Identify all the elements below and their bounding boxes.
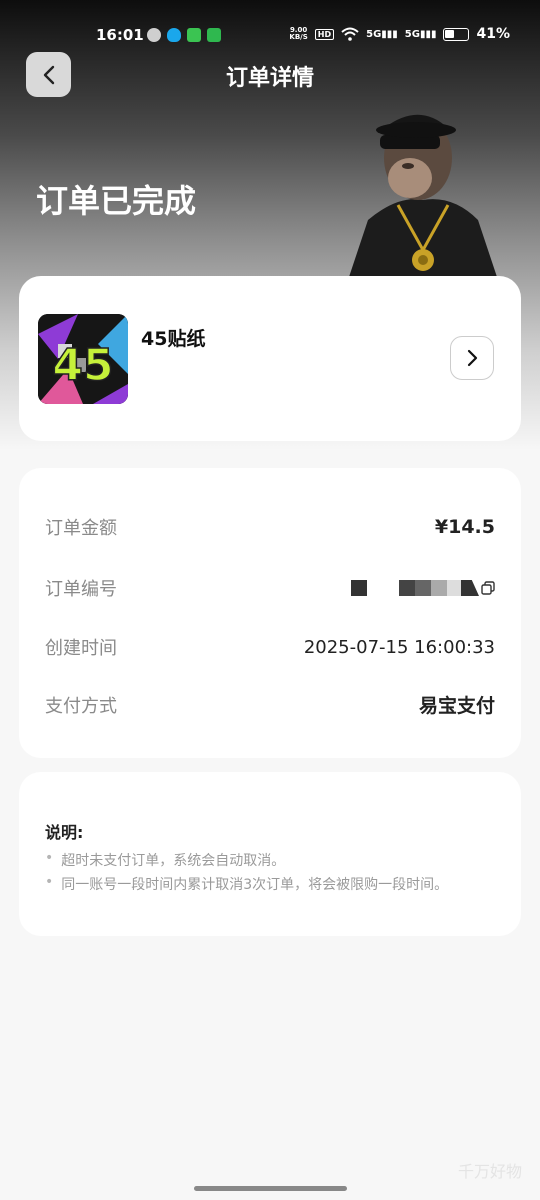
notes-title: 说明: (45, 823, 84, 842)
order-amount-row: 订单金额 ¥14.5 (45, 514, 495, 540)
signal-5g-2: 5G▮▮▮ (404, 28, 437, 40)
network-speed: 9.00 KB/S (289, 26, 308, 41)
qq-icon (167, 28, 181, 42)
payment-method-row: 支付方式 易宝支付 (45, 691, 495, 718)
created-time-row: 创建时间 2025-07-15 16:00:33 (45, 634, 495, 660)
chevron-right-icon (467, 349, 478, 367)
page-title: 订单详情 (225, 66, 314, 91)
order-amount-label: 订单金额 (45, 518, 117, 539)
order-number-redacted (351, 578, 495, 598)
battery-percent: 41% (476, 26, 510, 42)
order-status-title: 订单已完成 (36, 182, 197, 220)
product-name: 45贴纸 (141, 328, 206, 350)
bullet-icon: • (45, 850, 54, 866)
product-detail-button[interactable] (450, 336, 494, 380)
ape-mascot-illustration (348, 114, 498, 280)
phone-icon (207, 28, 221, 42)
payment-method-value: 易宝支付 (418, 695, 495, 717)
note-text: 超时未支付订单，系统会自动取消。 (61, 853, 286, 869)
notes-card: 说明: • 超时未支付订单，系统会自动取消。 • 同一账号一段时间内累计取消3次… (19, 772, 521, 936)
home-indicator[interactable] (194, 1186, 347, 1191)
signal-5g-1: 5G▮▮▮ (366, 28, 398, 40)
watermark: 千万好物 (457, 1162, 522, 1181)
note-item: • 超时未支付订单，系统会自动取消。 (45, 850, 285, 870)
battery-icon (443, 27, 470, 41)
hd-badge: HD (314, 28, 335, 40)
order-number-label: 订单编号 (45, 579, 117, 600)
notification-icons (147, 28, 221, 42)
copy-icon[interactable] (481, 581, 495, 595)
order-info-card: 订单金额 ¥14.5 订单编号 创建时间 2025-07-15 16:00:33… (19, 468, 521, 758)
product-thumbnail: 45 (38, 314, 128, 404)
status-time: 16:01 (96, 26, 144, 44)
bullet-icon: • (45, 874, 54, 890)
note-text: 同一账号一段时间内累计取消3次订单，将会被限购一段时间。 (61, 877, 449, 893)
product-card[interactable]: 45 45贴纸 (19, 276, 521, 441)
note-item: • 同一账号一段时间内累计取消3次订单，将会被限购一段时间。 (45, 874, 448, 894)
created-time-value: 2025-07-15 16:00:33 (303, 636, 495, 658)
system-indicators: 9.00 KB/S HD 5G▮▮▮ 5G▮▮▮ 41% (289, 26, 510, 42)
created-time-label: 创建时间 (45, 638, 117, 659)
payment-method-label: 支付方式 (45, 695, 117, 717)
order-amount-value: ¥14.5 (434, 516, 495, 538)
messages-icon (187, 28, 201, 42)
wifi-icon (341, 27, 359, 41)
wechat-icon (147, 28, 161, 42)
svg-text:45: 45 (52, 340, 113, 391)
order-number-row: 订单编号 (45, 575, 495, 601)
